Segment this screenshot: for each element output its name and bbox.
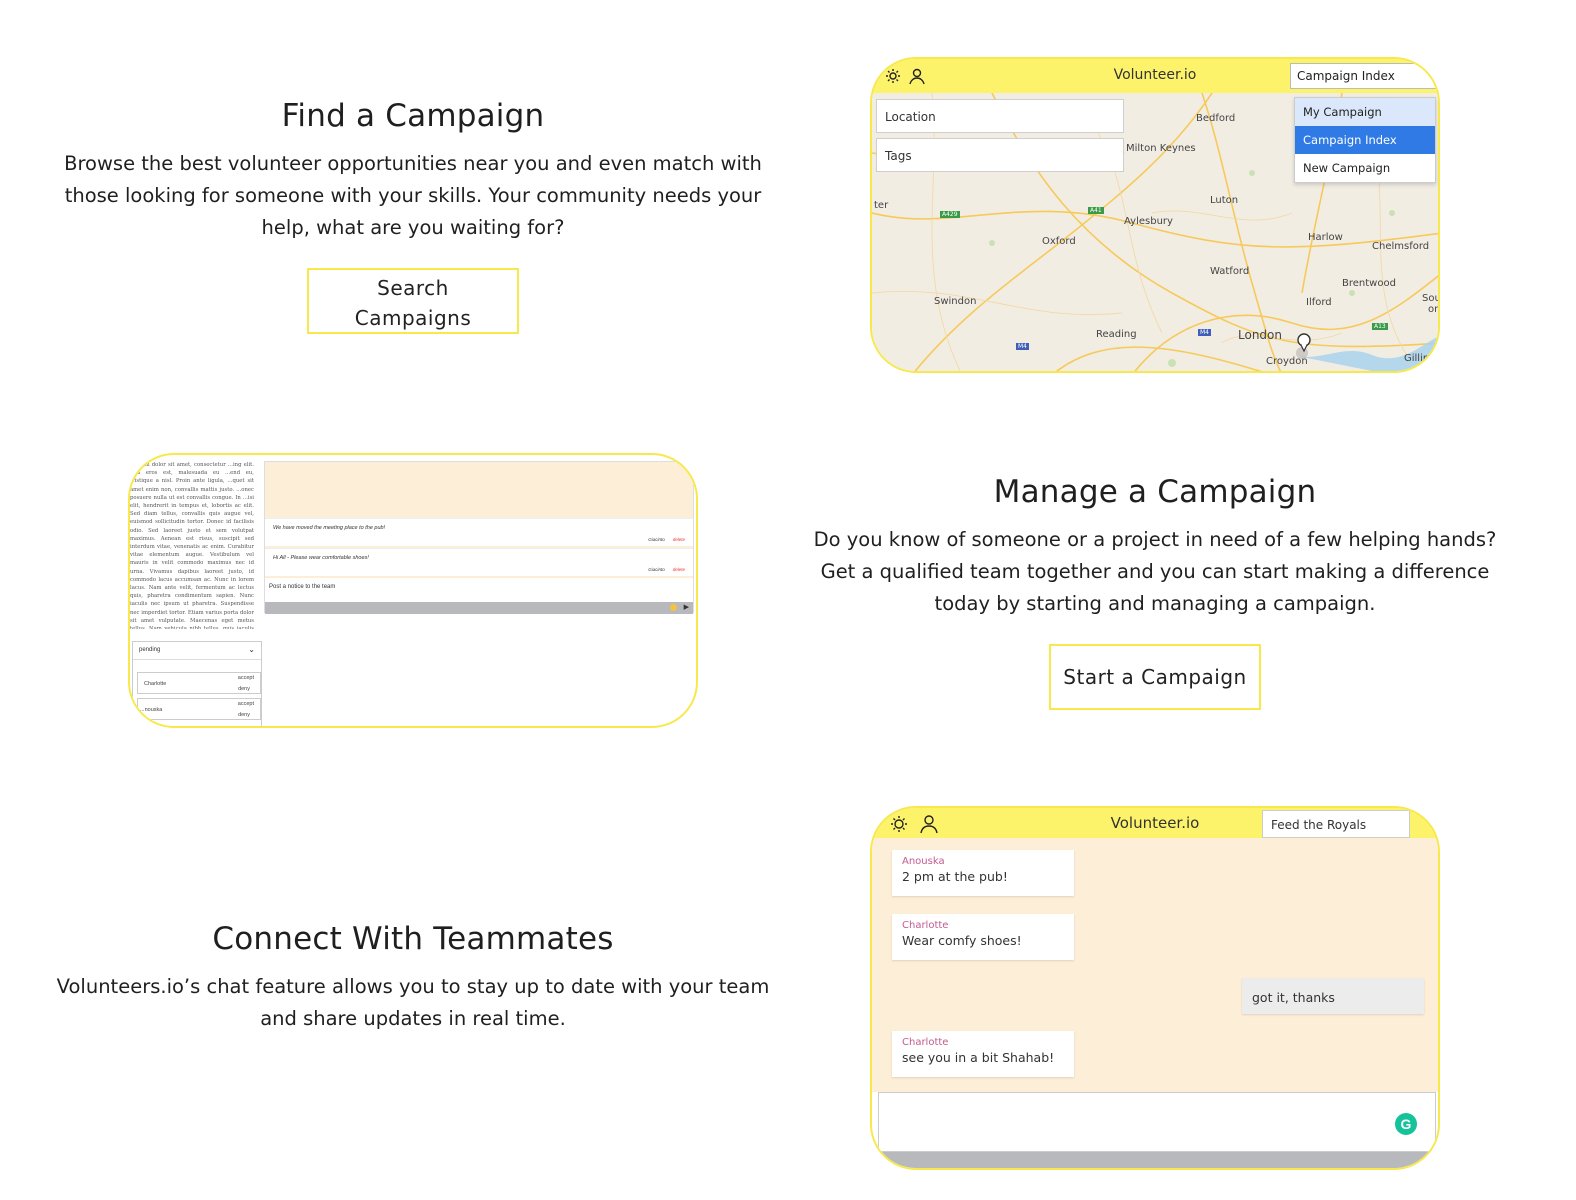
road-badge: M4 (1016, 343, 1029, 350)
map-label: London (1238, 328, 1282, 342)
map-label: Oxford (1042, 236, 1076, 247)
send-icon[interactable]: ▶ (684, 603, 689, 611)
map-label: Bedford (1196, 113, 1236, 124)
map-label: Luton (1210, 195, 1239, 206)
map-label: Milton Keynes (1126, 143, 1196, 154)
request-row: ...nouska accept deny (137, 698, 261, 720)
search-campaigns-label: Search Campaigns (354, 276, 472, 330)
map-label: ter (874, 200, 889, 211)
message-sender: Anouska (902, 856, 945, 867)
request-name: Charlotte (144, 681, 167, 687)
find-campaign-section: Find a Campaign Browse the best voluntee… (52, 98, 774, 334)
tags-input[interactable]: Tags (876, 138, 1124, 172)
notice-item: We have moved the meeting place to the p… (265, 518, 693, 546)
map-label: Sout (1422, 293, 1438, 304)
deny-button[interactable]: deny (238, 712, 250, 718)
post-notice-input[interactable]: Post a notice to the team (265, 578, 693, 602)
chat-message: Anouska 2 pm at the pub! (892, 850, 1074, 896)
chat-message: Charlotte Wear comfy shoes! (892, 914, 1074, 960)
dashboard-screenshot: ...psum dolor sit amet, consectetur ...i… (128, 453, 698, 728)
map-label: Watford (1210, 266, 1250, 277)
requests-panel: pending ⌄ Charlotte accept deny ...nousk… (132, 641, 262, 726)
map-label: Gillingh (1404, 353, 1440, 364)
notice-board: We have moved the meeting place to the p… (264, 461, 694, 614)
message-sender: Charlotte (902, 1037, 949, 1048)
chevron-down-icon: ⌄ (248, 645, 255, 654)
chat-screenshot: Volunteer.io Feed the Royals Anouska 2 p… (870, 806, 1440, 1170)
status-filter-select[interactable]: pending ⌄ (133, 642, 261, 660)
map-label: Ilford (1306, 297, 1332, 308)
grammarly-icon[interactable]: G (1395, 1113, 1417, 1135)
map-label: Reading (1096, 329, 1137, 340)
map-label: Swindon (934, 296, 977, 307)
app-header: Volunteer.io Campaign Index (872, 59, 1438, 93)
menu-item-campaign-index[interactable]: Campaign Index (1295, 126, 1435, 154)
delete-button[interactable]: delete (673, 537, 685, 542)
menu-item-new-campaign[interactable]: New Campaign (1295, 154, 1435, 182)
chat-message-input[interactable]: G (878, 1092, 1436, 1152)
manage-campaign-section: Manage a Campaign Do you know of someone… (800, 474, 1510, 710)
notice-author: Giacinto (648, 537, 665, 542)
map-label: Croydon (1266, 356, 1308, 367)
map-screenshot: Bedford Milton Keynes Luton Aylesbury Ox… (870, 57, 1440, 373)
road-badge: A429 (940, 211, 960, 218)
emoji-icon[interactable] (670, 604, 677, 611)
message-sender: Charlotte (902, 920, 949, 931)
message-text: 2 pm at the pub! (902, 869, 1008, 884)
message-text: Wear comfy shoes! (902, 933, 1022, 948)
notice-author: Giacinto (648, 567, 665, 572)
road-badge: A13 (1372, 323, 1388, 330)
connect-body: Volunteers.io’s chat feature allows you … (56, 975, 770, 1030)
notice-text: Hi All - Please wear comfortable shoes! (273, 555, 369, 561)
post-notice-toolbar: ▶ (265, 602, 693, 614)
find-campaign-title: Find a Campaign (281, 98, 545, 134)
notice-text: We have moved the meeting place to the p… (273, 525, 386, 531)
menu-item-my-campaign[interactable]: My Campaign (1295, 98, 1435, 126)
chat-messages: Anouska 2 pm at the pub! Charlotte Wear … (872, 838, 1438, 1092)
manage-campaign-body: Do you know of someone or a project in n… (813, 528, 1497, 615)
request-row: Charlotte accept deny (137, 672, 261, 694)
map-label: Harlow (1308, 232, 1343, 243)
start-campaign-button[interactable]: Start a Campaign (1049, 644, 1261, 710)
location-input[interactable]: Location (876, 99, 1124, 133)
map-label: on (1428, 304, 1440, 315)
deny-button[interactable]: deny (238, 686, 250, 692)
find-campaign-body: Browse the best volunteer opportunities … (64, 152, 762, 239)
campaign-select[interactable]: Feed the Royals (1262, 810, 1410, 838)
map-label: Aylesbury (1124, 216, 1173, 227)
map-label: Chelmsford (1372, 241, 1430, 252)
start-campaign-label: Start a Campaign (1063, 665, 1247, 689)
chat-footer-bar (872, 1152, 1438, 1168)
message-text: got it, thanks (1252, 990, 1335, 1005)
campaign-description: ...psum dolor sit amet, consectetur ...i… (130, 462, 254, 629)
accept-button[interactable]: accept (238, 701, 254, 707)
request-name: ...nouska (140, 707, 163, 713)
notice-item: Hi All - Please wear comfortable shoes! … (265, 548, 693, 576)
map-label: Brentwood (1342, 278, 1396, 289)
connect-title: Connect With Teammates (212, 921, 614, 957)
search-campaigns-button[interactable]: Search Campaigns (307, 268, 519, 334)
chat-message: Charlotte see you in a bit Shahab! (892, 1031, 1074, 1077)
road-badge: A41 (1088, 207, 1104, 214)
accept-button[interactable]: accept (238, 675, 254, 681)
message-text: see you in a bit Shahab! (902, 1050, 1055, 1065)
chat-message-own: got it, thanks (1242, 978, 1424, 1014)
campaign-nav-menu: My Campaign Campaign Index New Campaign (1294, 97, 1436, 183)
delete-button[interactable]: delete (673, 567, 685, 572)
manage-campaign-title: Manage a Campaign (993, 474, 1317, 510)
status-filter-value: pending (139, 647, 161, 653)
campaign-nav-select[interactable]: Campaign Index (1290, 63, 1438, 89)
connect-section: Connect With Teammates Volunteers.io’s c… (52, 921, 774, 1035)
notice-meta: Giacinto delete (648, 537, 685, 542)
app-header: Volunteer.io Feed the Royals (872, 808, 1438, 838)
notice-meta: Giacinto delete (648, 567, 685, 572)
road-badge: M4 (1198, 329, 1211, 336)
